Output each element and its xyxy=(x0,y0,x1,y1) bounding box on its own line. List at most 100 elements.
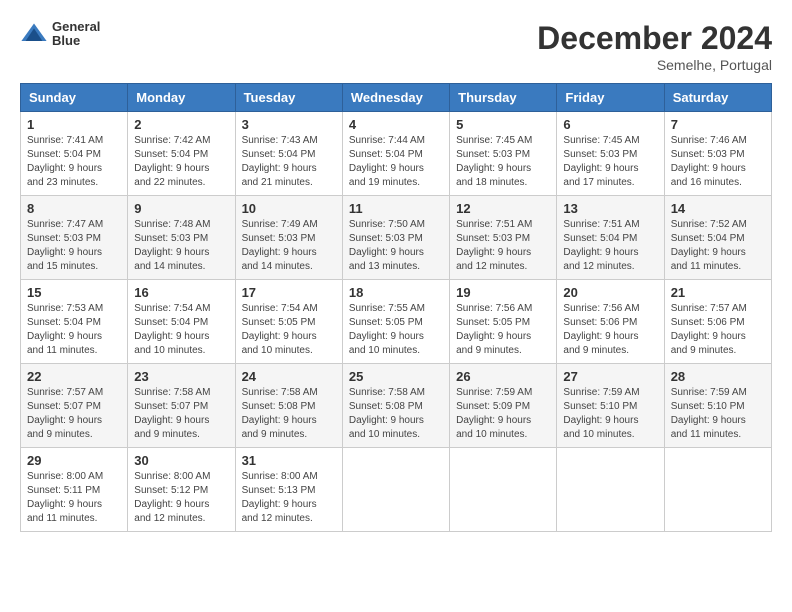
day-number: 12 xyxy=(456,201,550,216)
calendar-cell: 21 Sunrise: 7:57 AM Sunset: 5:06 PM Dayl… xyxy=(664,280,771,364)
sunset-text: Sunset: 5:04 PM xyxy=(134,316,228,330)
sunset-text: Sunset: 5:04 PM xyxy=(27,316,121,330)
day-info: Sunrise: 8:00 AM Sunset: 5:12 PM Dayligh… xyxy=(134,470,228,526)
calendar-table: SundayMondayTuesdayWednesdayThursdayFrid… xyxy=(20,83,772,532)
weekday-header-monday: Monday xyxy=(128,84,235,112)
calendar-cell: 20 Sunrise: 7:56 AM Sunset: 5:06 PM Dayl… xyxy=(557,280,664,364)
calendar-cell: 16 Sunrise: 7:54 AM Sunset: 5:04 PM Dayl… xyxy=(128,280,235,364)
day-number: 29 xyxy=(27,453,121,468)
logo-line1: General xyxy=(52,20,100,34)
day-info: Sunrise: 8:00 AM Sunset: 5:13 PM Dayligh… xyxy=(242,470,336,526)
sunrise-text: Sunrise: 7:59 AM xyxy=(671,386,765,400)
calendar-cell: 2 Sunrise: 7:42 AM Sunset: 5:04 PM Dayli… xyxy=(128,112,235,196)
sunrise-text: Sunrise: 7:50 AM xyxy=(349,218,443,232)
calendar-cell: 22 Sunrise: 7:57 AM Sunset: 5:07 PM Dayl… xyxy=(21,364,128,448)
sunrise-text: Sunrise: 7:45 AM xyxy=(456,134,550,148)
sunset-text: Sunset: 5:03 PM xyxy=(456,232,550,246)
sunrise-text: Sunrise: 7:57 AM xyxy=(27,386,121,400)
sunset-text: Sunset: 5:03 PM xyxy=(456,148,550,162)
sunrise-text: Sunrise: 7:56 AM xyxy=(456,302,550,316)
daylight-text: Daylight: 9 hours and 17 minutes. xyxy=(563,162,657,190)
title-area: December 2024 Semelhe, Portugal xyxy=(537,20,772,73)
daylight-text: Daylight: 9 hours and 10 minutes. xyxy=(563,414,657,442)
calendar-cell xyxy=(450,448,557,532)
day-info: Sunrise: 7:54 AM Sunset: 5:04 PM Dayligh… xyxy=(134,302,228,358)
sunset-text: Sunset: 5:04 PM xyxy=(27,148,121,162)
daylight-text: Daylight: 9 hours and 9 minutes. xyxy=(456,330,550,358)
calendar-week-row: 8 Sunrise: 7:47 AM Sunset: 5:03 PM Dayli… xyxy=(21,196,772,280)
daylight-text: Daylight: 9 hours and 10 minutes. xyxy=(134,330,228,358)
daylight-text: Daylight: 9 hours and 12 minutes. xyxy=(134,498,228,526)
sunrise-text: Sunrise: 7:49 AM xyxy=(242,218,336,232)
day-number: 25 xyxy=(349,369,443,384)
day-info: Sunrise: 7:46 AM Sunset: 5:03 PM Dayligh… xyxy=(671,134,765,190)
sunset-text: Sunset: 5:13 PM xyxy=(242,484,336,498)
day-number: 31 xyxy=(242,453,336,468)
day-number: 1 xyxy=(27,117,121,132)
sunset-text: Sunset: 5:03 PM xyxy=(134,232,228,246)
day-number: 30 xyxy=(134,453,228,468)
day-number: 28 xyxy=(671,369,765,384)
calendar-cell: 4 Sunrise: 7:44 AM Sunset: 5:04 PM Dayli… xyxy=(342,112,449,196)
sunrise-text: Sunrise: 7:45 AM xyxy=(563,134,657,148)
page-header: General Blue December 2024 Semelhe, Port… xyxy=(20,20,772,73)
sunrise-text: Sunrise: 7:59 AM xyxy=(456,386,550,400)
calendar-cell: 26 Sunrise: 7:59 AM Sunset: 5:09 PM Dayl… xyxy=(450,364,557,448)
sunrise-text: Sunrise: 8:00 AM xyxy=(27,470,121,484)
sunset-text: Sunset: 5:04 PM xyxy=(563,232,657,246)
daylight-text: Daylight: 9 hours and 11 minutes. xyxy=(671,246,765,274)
calendar-week-row: 29 Sunrise: 8:00 AM Sunset: 5:11 PM Dayl… xyxy=(21,448,772,532)
calendar-cell: 27 Sunrise: 7:59 AM Sunset: 5:10 PM Dayl… xyxy=(557,364,664,448)
sunrise-text: Sunrise: 7:44 AM xyxy=(349,134,443,148)
sunrise-text: Sunrise: 7:58 AM xyxy=(134,386,228,400)
sunset-text: Sunset: 5:10 PM xyxy=(671,400,765,414)
daylight-text: Daylight: 9 hours and 15 minutes. xyxy=(27,246,121,274)
calendar-cell: 10 Sunrise: 7:49 AM Sunset: 5:03 PM Dayl… xyxy=(235,196,342,280)
calendar-cell: 15 Sunrise: 7:53 AM Sunset: 5:04 PM Dayl… xyxy=(21,280,128,364)
calendar-cell: 5 Sunrise: 7:45 AM Sunset: 5:03 PM Dayli… xyxy=(450,112,557,196)
sunset-text: Sunset: 5:03 PM xyxy=(563,148,657,162)
calendar-cell: 29 Sunrise: 8:00 AM Sunset: 5:11 PM Dayl… xyxy=(21,448,128,532)
month-title: December 2024 xyxy=(537,20,772,57)
daylight-text: Daylight: 9 hours and 22 minutes. xyxy=(134,162,228,190)
daylight-text: Daylight: 9 hours and 19 minutes. xyxy=(349,162,443,190)
logo-text: General Blue xyxy=(52,20,100,49)
sunrise-text: Sunrise: 7:41 AM xyxy=(27,134,121,148)
daylight-text: Daylight: 9 hours and 14 minutes. xyxy=(242,246,336,274)
day-info: Sunrise: 7:57 AM Sunset: 5:07 PM Dayligh… xyxy=(27,386,121,442)
sunset-text: Sunset: 5:08 PM xyxy=(349,400,443,414)
day-number: 24 xyxy=(242,369,336,384)
calendar-cell: 1 Sunrise: 7:41 AM Sunset: 5:04 PM Dayli… xyxy=(21,112,128,196)
day-number: 13 xyxy=(563,201,657,216)
day-number: 26 xyxy=(456,369,550,384)
day-number: 3 xyxy=(242,117,336,132)
day-number: 20 xyxy=(563,285,657,300)
day-info: Sunrise: 7:43 AM Sunset: 5:04 PM Dayligh… xyxy=(242,134,336,190)
day-info: Sunrise: 7:49 AM Sunset: 5:03 PM Dayligh… xyxy=(242,218,336,274)
sunrise-text: Sunrise: 7:55 AM xyxy=(349,302,443,316)
daylight-text: Daylight: 9 hours and 10 minutes. xyxy=(349,414,443,442)
sunset-text: Sunset: 5:05 PM xyxy=(242,316,336,330)
day-number: 21 xyxy=(671,285,765,300)
day-info: Sunrise: 7:56 AM Sunset: 5:06 PM Dayligh… xyxy=(563,302,657,358)
calendar-cell: 24 Sunrise: 7:58 AM Sunset: 5:08 PM Dayl… xyxy=(235,364,342,448)
day-info: Sunrise: 7:59 AM Sunset: 5:10 PM Dayligh… xyxy=(563,386,657,442)
sunset-text: Sunset: 5:09 PM xyxy=(456,400,550,414)
day-info: Sunrise: 7:55 AM Sunset: 5:05 PM Dayligh… xyxy=(349,302,443,358)
sunset-text: Sunset: 5:03 PM xyxy=(349,232,443,246)
sunset-text: Sunset: 5:03 PM xyxy=(27,232,121,246)
day-info: Sunrise: 8:00 AM Sunset: 5:11 PM Dayligh… xyxy=(27,470,121,526)
daylight-text: Daylight: 9 hours and 9 minutes. xyxy=(563,330,657,358)
day-number: 18 xyxy=(349,285,443,300)
logo-icon xyxy=(20,20,48,48)
day-number: 19 xyxy=(456,285,550,300)
sunrise-text: Sunrise: 8:00 AM xyxy=(134,470,228,484)
sunset-text: Sunset: 5:04 PM xyxy=(671,232,765,246)
sunrise-text: Sunrise: 7:54 AM xyxy=(134,302,228,316)
calendar-cell: 6 Sunrise: 7:45 AM Sunset: 5:03 PM Dayli… xyxy=(557,112,664,196)
calendar-cell: 12 Sunrise: 7:51 AM Sunset: 5:03 PM Dayl… xyxy=(450,196,557,280)
calendar-header-row: SundayMondayTuesdayWednesdayThursdayFrid… xyxy=(21,84,772,112)
calendar-cell: 18 Sunrise: 7:55 AM Sunset: 5:05 PM Dayl… xyxy=(342,280,449,364)
sunrise-text: Sunrise: 7:56 AM xyxy=(563,302,657,316)
weekday-header-sunday: Sunday xyxy=(21,84,128,112)
